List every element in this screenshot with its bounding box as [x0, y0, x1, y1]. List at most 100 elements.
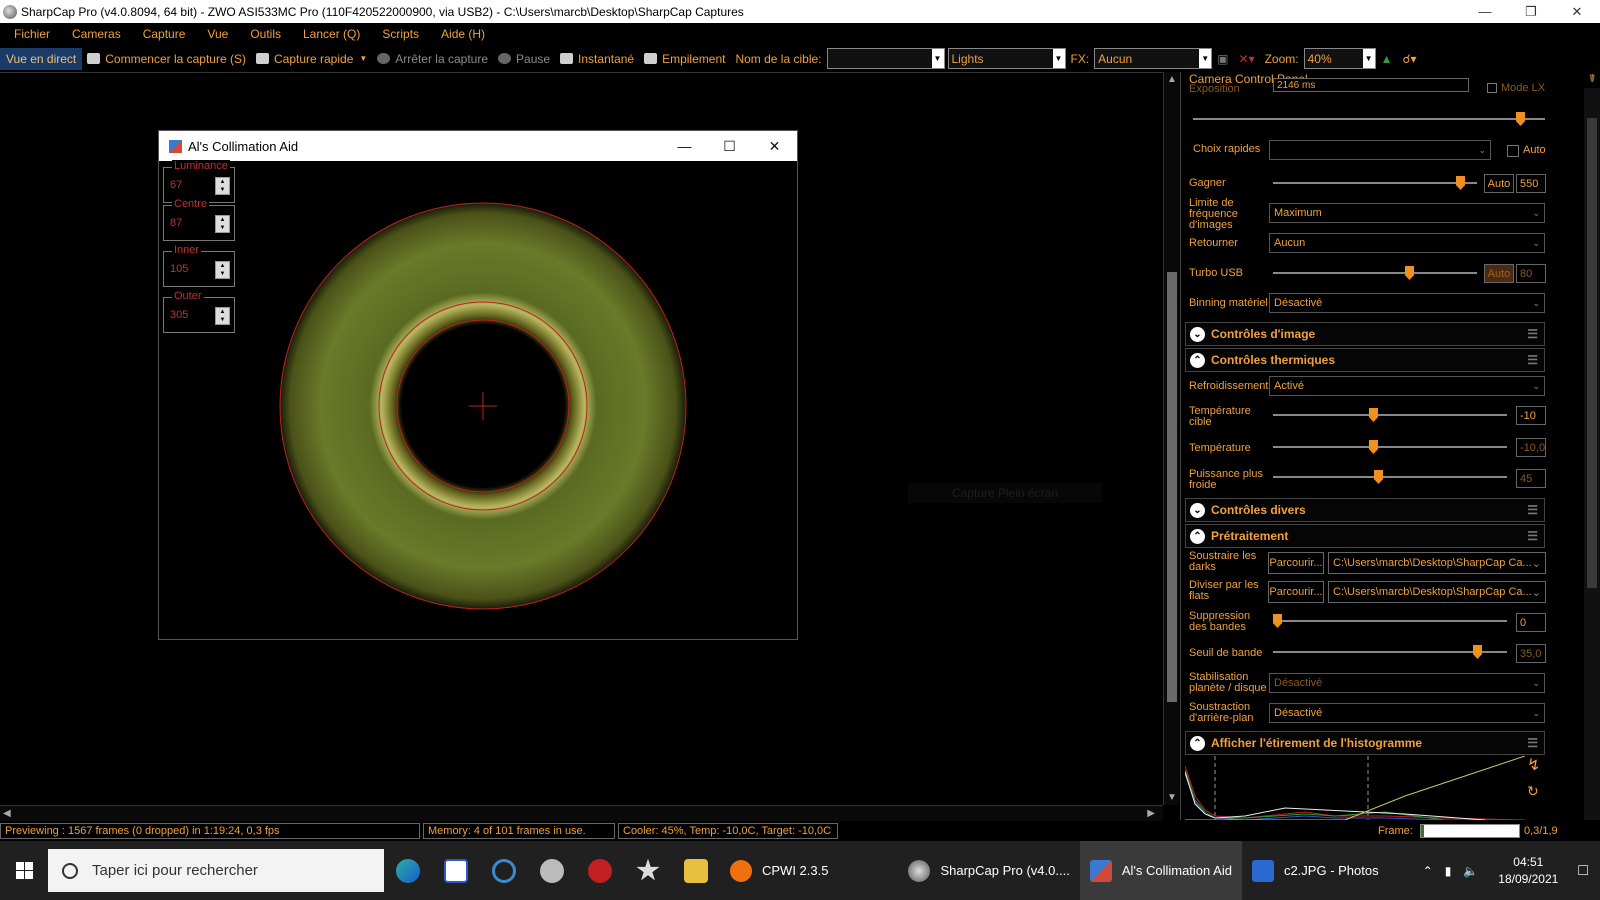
- banding-slider[interactable]: [1273, 614, 1507, 628]
- collimation-maximize-button[interactable]: ☐: [707, 131, 752, 161]
- live-view-button[interactable]: Vue en direct: [0, 47, 83, 70]
- background-subtraction-dropdown[interactable]: Désactivé ⌄: [1269, 703, 1545, 723]
- target-name-combo[interactable]: ▼: [826, 48, 945, 69]
- menu-icon[interactable]: ☰: [1527, 529, 1538, 543]
- section-histogram-stretch[interactable]: ⌃ Afficher l'étirement de l'histogramme ☰: [1185, 731, 1545, 755]
- lx-mode-checkbox[interactable]: [1487, 83, 1497, 93]
- pause-button[interactable]: Pause: [493, 52, 555, 66]
- slider-knob[interactable]: [1516, 112, 1525, 126]
- clock[interactable]: 04:51 18/09/2021: [1498, 854, 1558, 888]
- menu-icon[interactable]: ☰: [1527, 503, 1538, 517]
- taskbar-search[interactable]: Taper ici pour rechercher: [48, 849, 384, 892]
- section-preprocessing[interactable]: ⌃ Prétraitement ☰: [1185, 524, 1545, 548]
- collimation-minimize-button[interactable]: —: [662, 131, 707, 161]
- notification-icon[interactable]: □: [1578, 862, 1588, 880]
- fullscreen-capture-button[interactable]: Capture Plein écran: [908, 483, 1102, 503]
- zoom-combo[interactable]: 40% ▼: [1303, 48, 1376, 69]
- section-image-controls[interactable]: ⌄ Contrôles d'image ☰: [1185, 322, 1545, 346]
- start-capture-button[interactable]: Commencer la capture (S): [82, 52, 251, 66]
- menu-vue[interactable]: Vue: [193, 27, 236, 41]
- speaker-icon[interactable]: 🔈: [1463, 864, 1478, 878]
- banding-value[interactable]: 0: [1516, 613, 1546, 632]
- menu-lancer[interactable]: Lancer (Q): [289, 27, 368, 41]
- task-photos[interactable]: c2.JPG - Photos: [1242, 841, 1389, 900]
- scroll-down-icon[interactable]: ▼: [1167, 792, 1177, 803]
- stack-button[interactable]: Empilement: [639, 52, 730, 66]
- start-button[interactable]: [0, 841, 48, 900]
- menu-scripts[interactable]: Scripts: [368, 27, 427, 41]
- band-threshold-value[interactable]: 35,0: [1516, 644, 1546, 663]
- task-cpwi[interactable]: CPWI 2.3.5: [720, 841, 838, 900]
- target-temp-value[interactable]: -10: [1516, 406, 1546, 425]
- taskbar-file-explorer[interactable]: [672, 841, 720, 900]
- maximize-button[interactable]: ❐: [1508, 0, 1554, 23]
- task-sharpcap[interactable]: SharpCap Pro (v4.0....: [898, 841, 1079, 900]
- flats-path-dropdown[interactable]: C:\Users\marcb\Desktop\SharpCap Ca... ⌄: [1328, 581, 1546, 603]
- stop-capture-button[interactable]: Arrêter la capture: [372, 52, 493, 66]
- minimize-button[interactable]: —: [1462, 0, 1508, 23]
- taskbar-app-4[interactable]: [528, 841, 576, 900]
- slider-knob[interactable]: [1369, 408, 1378, 422]
- gain-value[interactable]: 550: [1516, 174, 1546, 193]
- gain-auto-button[interactable]: Auto: [1484, 174, 1514, 193]
- quick-capture-button[interactable]: Capture rapide ▼: [251, 52, 372, 66]
- scroll-up-icon[interactable]: ▲: [1167, 74, 1177, 85]
- reset-icon[interactable]: ↻: [1527, 784, 1539, 798]
- panel-scrollbar[interactable]: [1584, 88, 1600, 820]
- chevron-up-icon[interactable]: ⌃: [1423, 864, 1433, 878]
- spinner-icon[interactable]: ▲ ▼: [215, 215, 230, 233]
- quick-choice-dropdown[interactable]: ⌄: [1269, 140, 1491, 160]
- menu-outils[interactable]: Outils: [236, 27, 289, 41]
- flats-browse-button[interactable]: Parcourir...: [1268, 581, 1324, 603]
- taskbar-app-2[interactable]: [432, 841, 480, 900]
- task-collimation-aid[interactable]: Al's Collimation Aid: [1079, 841, 1242, 900]
- scroll-thumb[interactable]: [1167, 272, 1177, 702]
- histogram-graph[interactable]: [1185, 756, 1525, 820]
- outer-field[interactable]: Outer 305 ▲ ▼: [163, 290, 235, 333]
- flip-dropdown[interactable]: Aucun ⌄: [1269, 233, 1545, 253]
- menu-fichier[interactable]: Fichier: [0, 27, 58, 41]
- taskbar-app-3[interactable]: [480, 841, 528, 900]
- menu-capture[interactable]: Capture: [129, 27, 194, 41]
- darks-browse-button[interactable]: Parcourir...: [1268, 552, 1324, 574]
- panel-scroll-thumb[interactable]: [1587, 118, 1597, 588]
- framerate-dropdown[interactable]: Maximum ⌄: [1269, 203, 1545, 223]
- spinner-icon[interactable]: ▲ ▼: [215, 177, 230, 195]
- gain-slider[interactable]: [1273, 176, 1477, 190]
- cooling-dropdown[interactable]: Activé ⌄: [1269, 376, 1545, 396]
- quick-choice-auto-checkbox[interactable]: [1507, 145, 1519, 157]
- menu-icon[interactable]: ☰: [1527, 353, 1538, 367]
- pin-icon[interactable]: ☤: [1589, 72, 1596, 85]
- crosshair-icon[interactable]: ✕▾: [1234, 52, 1260, 66]
- slider-knob[interactable]: [1456, 176, 1465, 190]
- frame-type-combo[interactable]: Lights ▼: [947, 48, 1066, 69]
- zoom-tool-icon[interactable]: ☌▾: [1398, 52, 1422, 66]
- snapshot-button[interactable]: Instantané: [555, 52, 639, 66]
- lightning-icon[interactable]: ↯: [1527, 758, 1540, 774]
- turbo-usb-slider[interactable]: [1273, 266, 1477, 280]
- viewport-vertical-scrollbar[interactable]: ▲ ▼: [1163, 72, 1179, 805]
- slider-knob[interactable]: [1405, 266, 1414, 280]
- menu-icon[interactable]: ☰: [1527, 327, 1538, 341]
- close-button[interactable]: ✕: [1554, 0, 1600, 23]
- turbo-auto-button[interactable]: Auto: [1484, 264, 1514, 283]
- display-icon[interactable]: ▣: [1212, 52, 1233, 66]
- menu-cameras[interactable]: Cameras: [58, 27, 129, 41]
- inner-field[interactable]: Inner 105 ▲ ▼: [163, 244, 235, 287]
- slider-knob[interactable]: [1473, 645, 1482, 659]
- darks-path-dropdown[interactable]: C:\Users\marcb\Desktop\SharpCap Ca... ⌄: [1328, 552, 1546, 574]
- band-threshold-slider[interactable]: [1273, 645, 1507, 659]
- binning-dropdown[interactable]: Désactivé ⌄: [1269, 293, 1545, 313]
- scroll-right-icon[interactable]: ▶: [1147, 808, 1155, 819]
- fx-combo[interactable]: Aucun ▼: [1094, 48, 1213, 69]
- centre-field[interactable]: Centre 87 ▲ ▼: [163, 198, 235, 241]
- collimation-close-button[interactable]: ✕: [752, 131, 797, 161]
- histogram-icon[interactable]: ▲: [1376, 52, 1398, 66]
- stabilisation-dropdown[interactable]: Désactivé ⌄: [1269, 673, 1545, 693]
- exposure-slider[interactable]: [1193, 112, 1545, 126]
- scroll-left-icon[interactable]: ◀: [3, 808, 11, 819]
- taskbar-app-6[interactable]: [624, 841, 672, 900]
- spinner-icon[interactable]: ▲ ▼: [215, 307, 230, 325]
- target-temp-slider[interactable]: [1273, 408, 1507, 422]
- section-misc-controls[interactable]: ⌄ Contrôles divers ☰: [1185, 498, 1545, 522]
